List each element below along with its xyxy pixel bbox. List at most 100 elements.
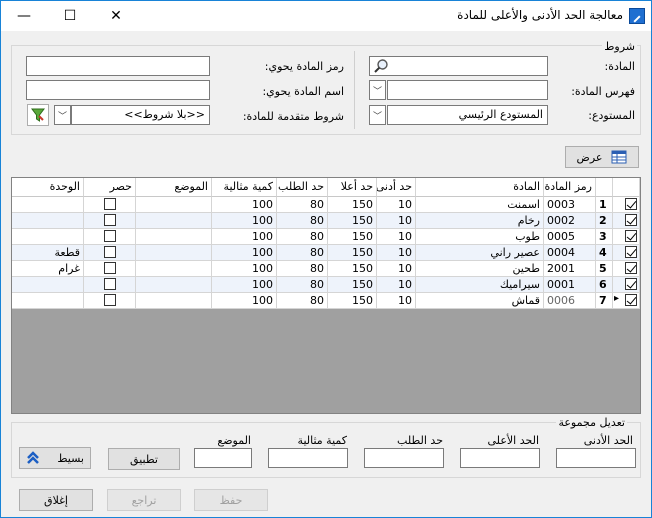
cell-name[interactable]: قماش bbox=[416, 293, 544, 309]
row-select-checkbox[interactable] bbox=[625, 278, 637, 290]
cell-min[interactable]: 10 bbox=[377, 261, 416, 277]
cell-n[interactable]: 1 bbox=[596, 197, 613, 213]
cell-n[interactable]: 5 bbox=[596, 261, 613, 277]
cell-order[interactable]: 80 bbox=[277, 293, 328, 309]
header-min[interactable]: حد أدنى bbox=[377, 178, 416, 197]
table-row[interactable]: 100 80 150 10 رخام 0002 2 bbox=[12, 213, 640, 229]
row-select-checkbox[interactable] bbox=[625, 230, 637, 242]
advanced-conditions-dropdown-button[interactable]: ﹀ bbox=[54, 105, 71, 125]
cell-limit[interactable] bbox=[84, 277, 136, 293]
close-dialog-button[interactable]: إغلاق bbox=[19, 489, 93, 511]
table-row[interactable]: غرام 100 80 150 10 طحين 2001 5 bbox=[12, 261, 640, 277]
row-select-checkbox[interactable] bbox=[625, 198, 637, 210]
cell-max[interactable]: 150 bbox=[328, 277, 377, 293]
cell-code[interactable]: 0005 bbox=[544, 229, 596, 245]
cell-order[interactable]: 80 bbox=[277, 197, 328, 213]
cell-order[interactable]: 80 bbox=[277, 213, 328, 229]
minimize-button[interactable]: — bbox=[1, 1, 47, 31]
cell-order[interactable]: 80 bbox=[277, 277, 328, 293]
cell-max[interactable]: 150 bbox=[328, 213, 377, 229]
header-max[interactable]: حد أعلا bbox=[328, 178, 377, 197]
max-input[interactable] bbox=[460, 448, 540, 468]
name-contains-input[interactable] bbox=[26, 80, 210, 100]
header-name[interactable]: المادة bbox=[416, 178, 544, 197]
cell-n[interactable]: 4 bbox=[596, 245, 613, 261]
table-row[interactable]: 100 80 150 10 طوب 0005 3 bbox=[12, 229, 640, 245]
cell-unit[interactable] bbox=[12, 277, 84, 293]
cell-limit[interactable] bbox=[84, 261, 136, 277]
cell-checked[interactable] bbox=[613, 229, 640, 245]
cell-checked[interactable] bbox=[613, 261, 640, 277]
header-ideal[interactable]: كمية مثالية bbox=[212, 178, 277, 197]
header-pos[interactable]: الموضع bbox=[136, 178, 212, 197]
cell-checked[interactable]: ▸ bbox=[613, 293, 640, 309]
order-limit-input[interactable] bbox=[364, 448, 444, 468]
min-input[interactable] bbox=[556, 448, 636, 468]
cell-name[interactable]: طوب bbox=[416, 229, 544, 245]
simple-mode-button[interactable]: بسيط bbox=[19, 447, 91, 469]
cell-n[interactable]: 6 bbox=[596, 277, 613, 293]
cell-name[interactable]: رخام bbox=[416, 213, 544, 229]
material-index-dropdown-button[interactable]: ﹀ bbox=[369, 80, 386, 100]
cell-order[interactable]: 80 bbox=[277, 245, 328, 261]
cell-min[interactable]: 10 bbox=[377, 197, 416, 213]
cell-min[interactable]: 10 bbox=[377, 277, 416, 293]
materials-grid[interactable]: رمز المادة المادة حد أدنى حد أعلا حد الط… bbox=[11, 177, 641, 414]
cell-unit[interactable] bbox=[12, 213, 84, 229]
cell-pos[interactable] bbox=[136, 213, 212, 229]
cell-pos[interactable] bbox=[136, 277, 212, 293]
warehouse-select[interactable]: المستودع الرئيسي bbox=[387, 105, 548, 125]
cell-pos[interactable] bbox=[136, 197, 212, 213]
limit-checkbox[interactable] bbox=[104, 278, 116, 290]
cell-pos[interactable] bbox=[136, 229, 212, 245]
cell-code[interactable]: 0002 bbox=[544, 213, 596, 229]
cell-name[interactable]: عصير راني bbox=[416, 245, 544, 261]
cell-checked[interactable] bbox=[613, 277, 640, 293]
table-row[interactable]: 100 80 150 10 سيراميك 0001 6 bbox=[12, 277, 640, 293]
cell-n[interactable]: 3 bbox=[596, 229, 613, 245]
cell-ideal[interactable]: 100 bbox=[212, 277, 277, 293]
limit-checkbox[interactable] bbox=[104, 198, 116, 210]
cell-name[interactable]: سيراميك bbox=[416, 277, 544, 293]
undo-button[interactable]: تراجع bbox=[107, 489, 181, 511]
cell-ideal[interactable]: 100 bbox=[212, 213, 277, 229]
ideal-qty-input[interactable] bbox=[268, 448, 348, 468]
cell-pos[interactable] bbox=[136, 261, 212, 277]
cell-unit[interactable]: غرام bbox=[12, 261, 84, 277]
filter-button[interactable] bbox=[27, 104, 49, 126]
cell-max[interactable]: 150 bbox=[328, 293, 377, 309]
cell-min[interactable]: 10 bbox=[377, 213, 416, 229]
advanced-conditions-select[interactable]: <<بلا شروط>> bbox=[71, 105, 210, 125]
row-select-checkbox[interactable] bbox=[625, 246, 637, 258]
header-order[interactable]: حد الطلب bbox=[277, 178, 328, 197]
cell-unit[interactable] bbox=[12, 293, 84, 309]
table-row[interactable]: قطعة 100 80 150 10 عصير راني 0004 4 bbox=[12, 245, 640, 261]
cell-name[interactable]: اسمنت bbox=[416, 197, 544, 213]
cell-code[interactable]: 0003 bbox=[544, 197, 596, 213]
show-button[interactable]: عرض bbox=[565, 146, 639, 168]
cell-pos[interactable] bbox=[136, 293, 212, 309]
header-limit[interactable]: حصر bbox=[84, 178, 136, 197]
cell-limit[interactable] bbox=[84, 293, 136, 309]
cell-ideal[interactable]: 100 bbox=[212, 245, 277, 261]
cell-max[interactable]: 150 bbox=[328, 261, 377, 277]
cell-min[interactable]: 10 bbox=[377, 229, 416, 245]
limit-checkbox[interactable] bbox=[104, 246, 116, 258]
cell-limit[interactable] bbox=[84, 229, 136, 245]
cell-limit[interactable] bbox=[84, 197, 136, 213]
code-contains-input[interactable] bbox=[26, 56, 210, 76]
table-row[interactable]: 100 80 150 10 قماش 0006 7 ▸ bbox=[12, 293, 640, 309]
cell-name[interactable]: طحين bbox=[416, 261, 544, 277]
cell-pos[interactable] bbox=[136, 245, 212, 261]
cell-code[interactable]: 2001 bbox=[544, 261, 596, 277]
cell-unit[interactable] bbox=[12, 229, 84, 245]
limit-checkbox[interactable] bbox=[104, 294, 116, 306]
save-button[interactable]: حفظ bbox=[194, 489, 268, 511]
maximize-button[interactable]: ☐ bbox=[47, 1, 93, 31]
header-unit[interactable]: الوحدة bbox=[12, 178, 84, 197]
row-select-checkbox[interactable] bbox=[625, 214, 637, 226]
apply-button[interactable]: تطبيق bbox=[108, 448, 180, 470]
limit-checkbox[interactable] bbox=[104, 262, 116, 274]
cell-limit[interactable] bbox=[84, 213, 136, 229]
cell-ideal[interactable]: 100 bbox=[212, 229, 277, 245]
